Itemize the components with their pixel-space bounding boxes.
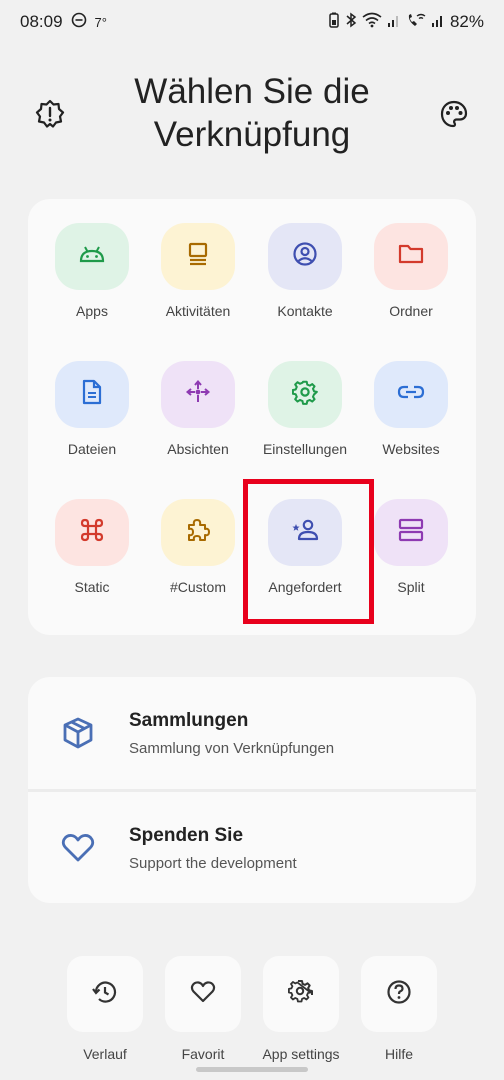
tile-ordner[interactable]: Ordner — [361, 199, 461, 319]
page-title: Wählen Sie die Verknüpfung — [134, 72, 370, 154]
tile-split-circle — [374, 499, 448, 566]
list-item-title: Sammlungen — [129, 710, 249, 731]
tile-label: Apps — [76, 303, 108, 319]
tile-kontakte[interactable]: Kontakte — [255, 199, 355, 319]
tile-absichten-circle — [161, 361, 235, 428]
favorite-button[interactable] — [165, 956, 241, 1032]
tile-dateien-circle — [55, 361, 129, 428]
tile-absichten[interactable]: Absichten — [148, 337, 248, 457]
tile-apps[interactable]: Apps — [42, 199, 142, 319]
list-item-subtitle: Support the development — [129, 855, 297, 872]
tile-static-circle — [55, 499, 129, 566]
tile-label: Ordner — [389, 303, 433, 319]
settings-icon — [291, 379, 318, 410]
list-item-spenden[interactable]: Spenden Sie Support the development — [28, 792, 476, 903]
list-item-sammlungen[interactable]: Sammlungen Sammlung von Verknüpfungen — [28, 677, 476, 789]
highlight-box — [243, 479, 374, 624]
tile-websites-circle — [374, 361, 448, 428]
tile-label: Static — [74, 579, 110, 595]
signal-icon — [387, 12, 401, 33]
wifi-call-icon — [406, 12, 426, 33]
tile-label: Aktivitäten — [165, 303, 231, 319]
history-button[interactable] — [67, 956, 143, 1032]
tile-custom[interactable]: #Custom — [148, 475, 248, 595]
box-icon — [60, 715, 96, 751]
heart-icon — [190, 980, 216, 1009]
tile-kontakte-circle — [268, 223, 342, 290]
tile-label: Websites — [382, 441, 440, 457]
status-bar: 08:09 7° 82% — [0, 0, 504, 44]
options-list: Sammlungen Sammlung von Verknüpfungen Sp… — [28, 677, 476, 903]
header: Wählen Sie die Verknüpfung — [0, 62, 504, 172]
status-temp: 7° — [94, 14, 107, 30]
status-time: 08:09 — [20, 12, 63, 31]
intent-icon — [185, 379, 211, 410]
help-label: Hilfe — [384, 1046, 413, 1062]
battery-level: 82% — [449, 12, 484, 31]
tile-einstellungen-circle — [268, 361, 342, 428]
tile-label: Kontakte — [277, 303, 333, 319]
puzzle-icon — [185, 517, 211, 548]
command-icon — [79, 517, 105, 548]
history-label: Verlauf — [83, 1046, 127, 1062]
app-settings-label: App settings — [262, 1046, 340, 1062]
folder-icon — [398, 243, 424, 270]
contact-icon — [292, 241, 318, 272]
app-settings-icon — [288, 979, 314, 1010]
activity-icon — [187, 242, 209, 271]
tile-aktivitaeten[interactable]: Aktivitäten — [148, 199, 248, 319]
split-icon — [398, 518, 424, 547]
tile-ordner-circle — [374, 223, 448, 290]
dnd-icon — [71, 12, 87, 33]
theme-button[interactable] — [30, 96, 70, 136]
favorite-label: Favorit — [181, 1046, 225, 1062]
app-settings-button[interactable] — [263, 956, 339, 1032]
tile-split[interactable]: Split — [361, 475, 461, 595]
tile-custom-circle — [161, 499, 235, 566]
history-icon — [92, 979, 118, 1010]
brightness-badge-icon — [35, 99, 65, 134]
wifi-icon — [362, 12, 382, 33]
tile-aktivitaeten-circle — [161, 223, 235, 290]
palette-button[interactable] — [434, 96, 474, 136]
file-icon — [81, 379, 103, 410]
tile-einstellungen[interactable]: Einstellungen — [255, 337, 355, 457]
help-button[interactable] — [361, 956, 437, 1032]
palette-icon — [439, 99, 469, 134]
tile-dateien[interactable]: Dateien — [42, 337, 142, 457]
tile-label: #Custom — [169, 579, 227, 595]
signal-2-icon — [431, 12, 445, 33]
tile-label: Einstellungen — [262, 441, 348, 457]
list-item-subtitle: Sammlung von Verknüpfungen — [129, 740, 335, 757]
tile-label: Dateien — [67, 441, 117, 457]
heart-icon — [60, 830, 96, 866]
bluetooth-icon — [345, 12, 357, 33]
android-icon — [79, 243, 105, 270]
tile-websites[interactable]: Websites — [361, 337, 461, 457]
help-icon — [386, 979, 412, 1010]
tile-static[interactable]: Static — [42, 475, 142, 595]
tile-label: Absichten — [167, 441, 229, 457]
tile-apps-circle — [55, 223, 129, 290]
gesture-handle[interactable] — [196, 1067, 308, 1072]
tile-label: Split — [397, 579, 425, 595]
link-icon — [397, 384, 425, 405]
battery-saver-icon — [328, 12, 340, 33]
list-item-title: Spenden Sie — [129, 825, 244, 846]
